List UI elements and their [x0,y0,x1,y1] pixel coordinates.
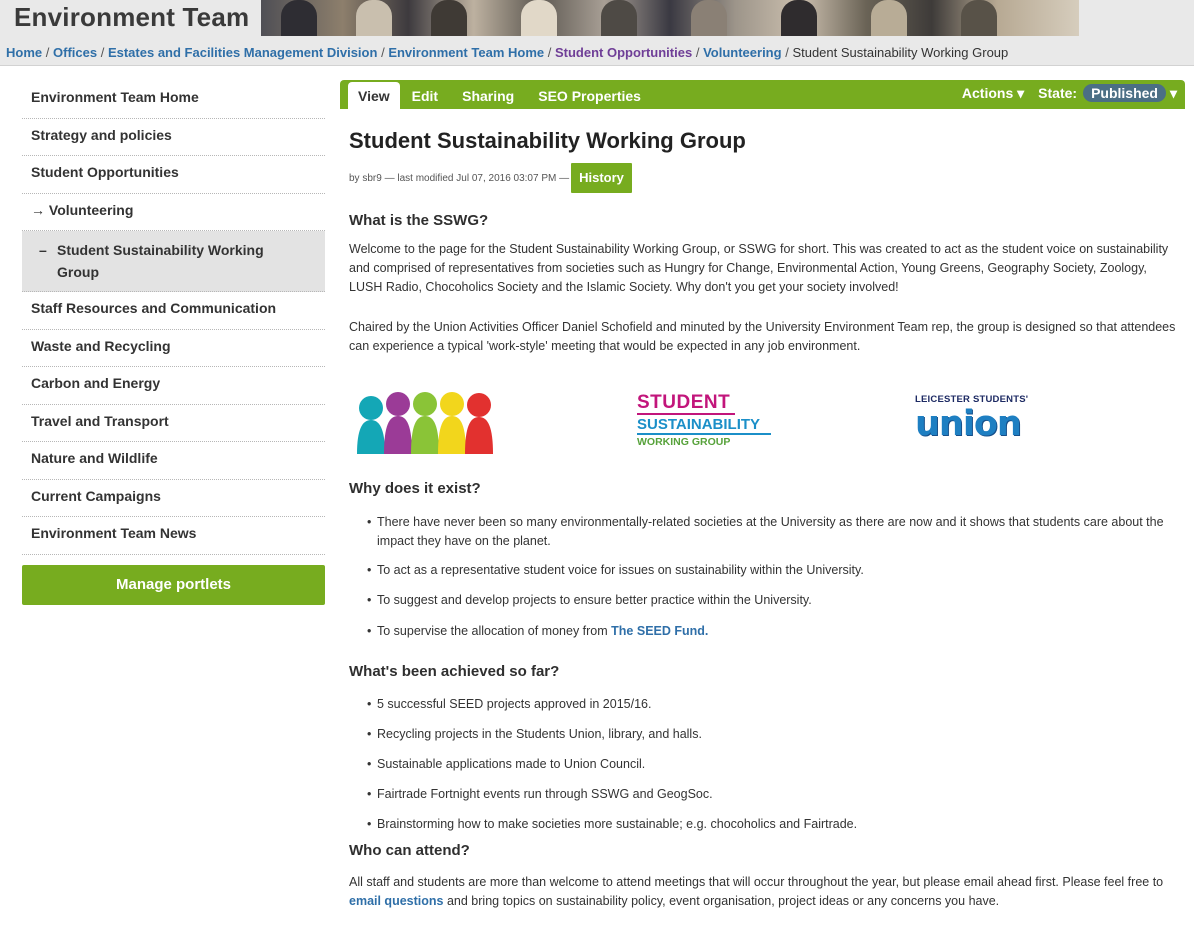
people-silhouettes-logo [357,392,493,454]
leicester-union-logo: LEICESTER STUDENTS' union [915,394,1055,444]
list-why-exist: There have never been so many environmen… [367,513,1177,641]
sidebar-item-waste-and-recycling[interactable]: Waste and Recycling [22,330,325,367]
attend-text-1: All staff and students are more than wel… [349,875,1164,889]
sidebar-item-carbon-and-energy[interactable]: Carbon and Energy [22,367,325,405]
site-header: Environment Team [0,0,1194,36]
sidebar-item-volunteering[interactable]: → Volunteering [22,194,325,231]
heading-why-exist: Why does it exist? [349,480,481,497]
list-item: There have never been so many environmen… [367,513,1177,561]
list-achieved: 5 successful SEED projects approved in 2… [367,695,1177,845]
breadcrumb-separator: / [695,45,700,60]
state-label: State: [1038,85,1078,101]
list-item: To supervise the allocation of money fro… [367,622,1177,641]
editbar-right: Actions ▾ State: Published ▾ [962,84,1177,102]
breadcrumb-estates[interactable]: Estates and Facilities Management Divisi… [108,45,377,60]
sswg-logo: STUDENT SUSTAINABILITY WORKING GROUP [637,393,777,453]
sswg-logo-line2: SUSTAINABILITY [637,416,761,433]
list-item: Recycling projects in the Students Union… [367,725,1177,755]
breadcrumb: Home / Offices / Estates and Facilities … [6,45,1008,60]
sidebar-item-environment-team-news[interactable]: Environment Team News [22,517,325,555]
tab-sharing[interactable]: Sharing [450,82,526,109]
list-item-text: To supervise the allocation of money fro… [377,624,608,638]
list-item: Sustainable applications made to Union C… [367,755,1177,785]
breadcrumb-current: Student Sustainability Working Group [792,45,1009,60]
breadcrumb-separator: / [381,45,385,60]
breadcrumb-volunteering[interactable]: Volunteering [703,45,781,60]
paragraph-chaired: Chaired by the Union Activities Officer … [349,320,1176,353]
sidebar-item-environment-team-home[interactable]: Environment Team Home [22,81,325,119]
manage-portlets-button[interactable]: Manage portlets [22,565,325,605]
sswg-logo-line3: WORKING GROUP [637,436,731,448]
sidebar-item-sswg-current[interactable]: – Student Sustainability Working Group [22,231,325,292]
seed-fund-link[interactable]: The SEED Fund. [611,624,708,638]
breadcrumb-separator: / [100,45,105,60]
sidebar-item-strategy-and-policies[interactable]: Strategy and policies [22,119,325,156]
page-title: Student Sustainability Working Group [349,128,746,153]
tab-edit[interactable]: Edit [400,82,450,109]
list-item: Fairtrade Fortnight events run through S… [367,785,1177,815]
state-caret-icon[interactable]: ▾ [1170,85,1177,102]
breadcrumb-separator: / [547,45,552,60]
heading-what-is-sswg: What is the SSWG? [349,212,489,229]
breadcrumb-home[interactable]: Home [6,45,42,60]
paragraph-intro: Welcome to the page for the Student Sust… [349,242,1169,294]
tab-seo-properties[interactable]: SEO Properties [526,82,653,109]
sidebar-item-label: Student Sustainability Working Group [57,242,264,280]
sidebar-nav: Environment Team Home Strategy and polic… [22,81,325,605]
list-item: To suggest and develop projects to ensur… [367,591,1177,622]
sidebar-item-marker: – [39,242,47,258]
union-logo-word: union [915,404,1022,444]
tab-view[interactable]: View [348,82,400,109]
history-button[interactable]: History [571,163,632,193]
breadcrumb-environment-home[interactable]: Environment Team Home [388,45,544,60]
sidebar-item-student-opportunities[interactable]: Student Opportunities [22,156,325,194]
breadcrumb-student-opportunities[interactable]: Student Opportunities [555,45,692,60]
state-published-badge[interactable]: Published [1083,84,1166,102]
paragraph-attend: All staff and students are more than wel… [349,873,1181,911]
attend-text-2: and bring topics on sustainability polic… [446,894,1000,908]
main-content: Student Sustainability Working Group by … [349,128,1184,908]
breadcrumb-separator: / [785,45,789,60]
breadcrumb-offices[interactable]: Offices [53,45,97,60]
byline-text: by sbr9 — last modified Jul 07, 2016 03:… [349,172,570,184]
site-title[interactable]: Environment Team [14,2,249,33]
edit-bar: View Edit Sharing SEO Properties Actions… [340,80,1185,109]
heading-who-attend: Who can attend? [349,842,470,859]
email-questions-link[interactable]: email questions [349,894,443,908]
list-item: 5 successful SEED projects approved in 2… [367,695,1177,725]
list-item: Brainstorming how to make societies more… [367,815,1177,845]
edit-tabs: View Edit Sharing SEO Properties [348,82,653,109]
sidebar-item-staff-resources[interactable]: Staff Resources and Communication [22,292,325,330]
breadcrumb-bar: Home / Offices / Estates and Facilities … [0,36,1194,66]
sidebar-item-nature-and-wildlife[interactable]: Nature and Wildlife [22,442,325,480]
sidebar-item-current-campaigns[interactable]: Current Campaigns [22,480,325,517]
actions-menu[interactable]: Actions ▾ [962,85,1024,102]
breadcrumb-separator: / [45,45,50,60]
sidebar-item-travel-and-transport[interactable]: Travel and Transport [22,405,325,442]
heading-achieved: What's been achieved so far? [349,663,560,680]
banner-photo [261,0,1079,36]
sswg-logo-line1: STUDENT [637,392,731,413]
byline: by sbr9 — last modified Jul 07, 2016 03:… [349,163,632,193]
list-item: To act as a representative student voice… [367,561,1177,591]
